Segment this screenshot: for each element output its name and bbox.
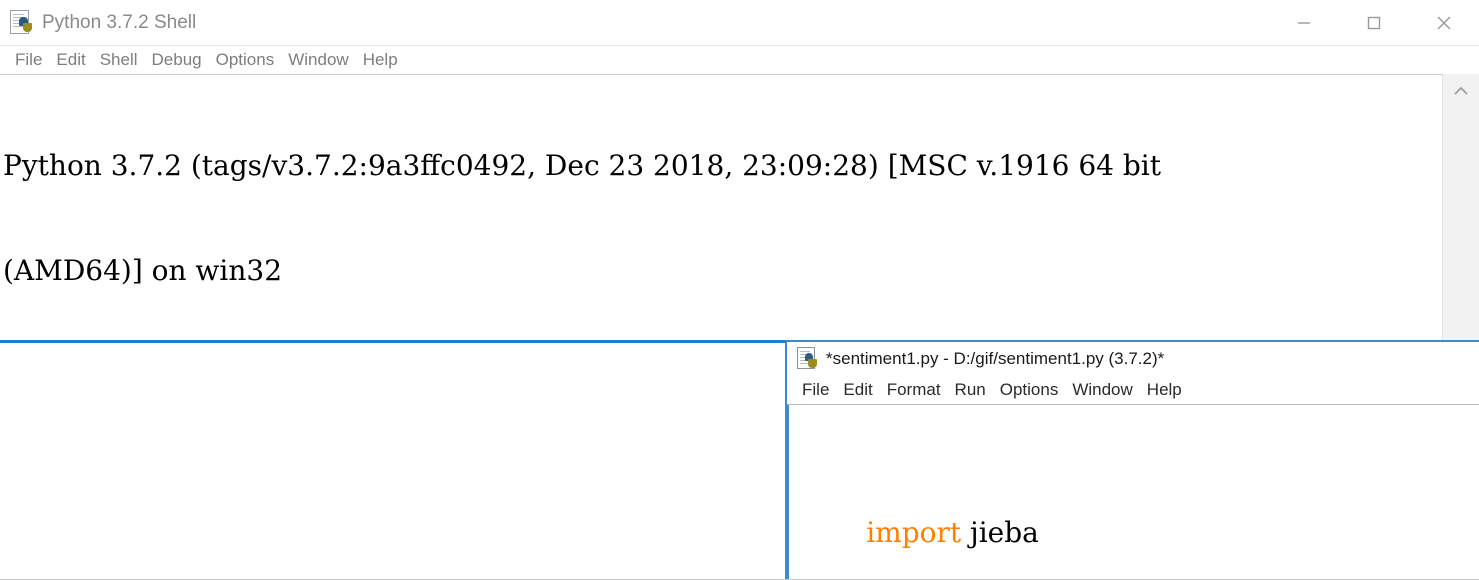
shell-line: Python 3.7.2 (tags/v3.7.2:9a3ffc0492, De… [3,149,1162,182]
shell-vertical-scrollbar[interactable] [1442,74,1479,340]
python-file-icon [797,347,819,371]
editor-menu-window[interactable]: Window [1065,380,1139,400]
editor-titlebar: *sentiment1.py - D:/gif/sentiment1.py (3… [787,342,1479,376]
menu-help[interactable]: Help [356,50,405,70]
shell-output-area[interactable]: Python 3.7.2 (tags/v3.7.2:9a3ffc0492, De… [0,74,1443,341]
python-editor-window: *sentiment1.py - D:/gif/sentiment1.py (3… [785,340,1479,579]
menu-edit[interactable]: Edit [49,50,92,70]
shell-titlebar: Python 3.7.2 Shell [0,0,1479,46]
shell-line: (AMD64)] on win32 [3,254,283,287]
code-line: import jieba [795,479,1479,549]
editor-text-area[interactable]: import jieba a = jieba.lcut('中国是个伟大的国家')… [787,405,1479,579]
editor-menubar: File Edit Format Run Options Window Help [787,376,1479,405]
editor-code: import jieba a = jieba.lcut('中国是个伟大的国家')… [789,405,1479,579]
window-controls [1269,0,1479,45]
shell-window-title: Python 3.7.2 Shell [42,11,197,33]
menu-file[interactable]: File [8,50,49,70]
minimize-icon[interactable] [1269,0,1339,45]
chevron-up-icon[interactable] [1443,74,1479,108]
code-token: import [866,516,962,549]
menu-debug[interactable]: Debug [145,50,209,70]
menu-shell[interactable]: Shell [93,50,145,70]
shell-menubar: File Edit Shell Debug Options Window Hel… [0,46,1479,75]
menu-window[interactable]: Window [281,50,355,70]
menu-options[interactable]: Options [209,50,282,70]
editor-menu-format[interactable]: Format [880,380,948,400]
editor-window-title: *sentiment1.py - D:/gif/sentiment1.py (3… [826,349,1165,368]
close-icon[interactable] [1409,0,1479,45]
editor-menu-help[interactable]: Help [1140,380,1189,400]
editor-menu-edit[interactable]: Edit [836,380,879,400]
code-token: jieba [961,516,1039,549]
python-file-icon [10,9,34,36]
editor-menu-options[interactable]: Options [993,380,1066,400]
editor-menu-run[interactable]: Run [948,380,993,400]
maximize-icon[interactable] [1339,0,1409,45]
shell-text: Python 3.7.2 (tags/v3.7.2:9a3ffc0492, De… [0,75,1443,341]
editor-menu-file[interactable]: File [795,380,836,400]
